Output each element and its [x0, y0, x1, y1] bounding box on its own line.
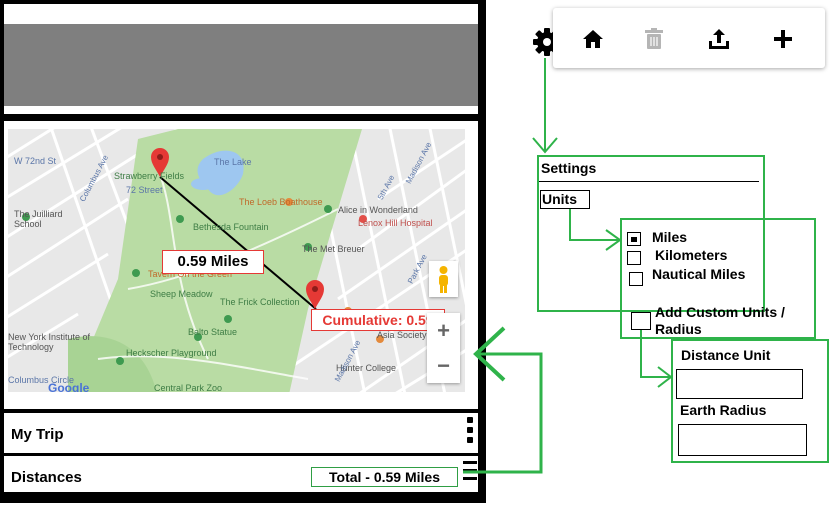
- units-box-left: [540, 190, 541, 209]
- settings-divider: [539, 181, 759, 182]
- units-box-bottom: [540, 208, 590, 209]
- custom-units-checkbox[interactable]: [631, 312, 651, 330]
- kilometers-option-label[interactable]: Kilometers: [655, 247, 727, 263]
- nautical-miles-option-label[interactable]: Nautical Miles: [652, 266, 745, 282]
- distance-unit-input[interactable]: [676, 369, 803, 399]
- custom-units-option-label[interactable]: Add Custom Units /: [655, 304, 785, 320]
- nautical-miles-checkbox[interactable]: [629, 272, 643, 286]
- kilometers-checkbox[interactable]: [627, 251, 641, 265]
- miles-option-label[interactable]: Miles: [652, 229, 687, 245]
- units-header[interactable]: Units: [542, 191, 577, 207]
- distance-unit-label: Distance Unit: [681, 347, 771, 363]
- earth-radius-label: Earth Radius: [680, 402, 767, 418]
- units-box-right: [589, 190, 590, 209]
- earth-radius-input[interactable]: [678, 424, 807, 456]
- settings-title: Settings: [541, 160, 597, 176]
- units-box-top: [540, 190, 590, 191]
- custom-units-option-label-cont[interactable]: Radius: [655, 321, 702, 337]
- miles-checkbox[interactable]: [627, 232, 641, 246]
